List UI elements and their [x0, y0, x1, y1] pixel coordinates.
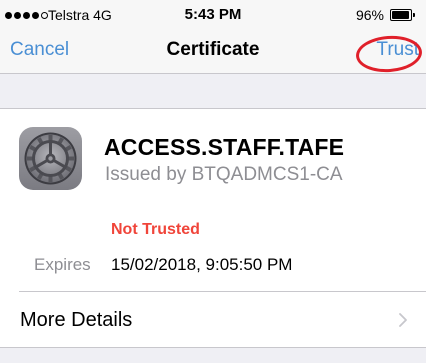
status-bar: Telstra 4G 5:43 PM 96%: [0, 0, 426, 30]
chevron-right-icon: [399, 313, 407, 327]
gear-icon: [19, 127, 82, 190]
battery-fill: [392, 11, 410, 19]
certificate-name: ACCESS.STAFF.TAFE: [104, 134, 345, 160]
battery-tip: [413, 13, 415, 17]
more-details-row[interactable]: More Details: [0, 292, 426, 348]
battery-icon: [390, 9, 416, 21]
battery-percentage: 96%: [355, 7, 384, 23]
certificate-panel: ACCESS.STAFF.TAFE Issued by BTQADMCS1-CA…: [0, 108, 426, 348]
more-details-label: More Details: [20, 309, 133, 331]
expires-label: Expires: [34, 255, 91, 274]
certificate-issuer: Issued by BTQADMCS1-CA: [105, 164, 343, 185]
trust-status-label: Not Trusted: [111, 221, 200, 238]
expires-value: 15/02/2018, 9:05:50 PM: [111, 255, 293, 274]
battery-body: [390, 9, 412, 21]
